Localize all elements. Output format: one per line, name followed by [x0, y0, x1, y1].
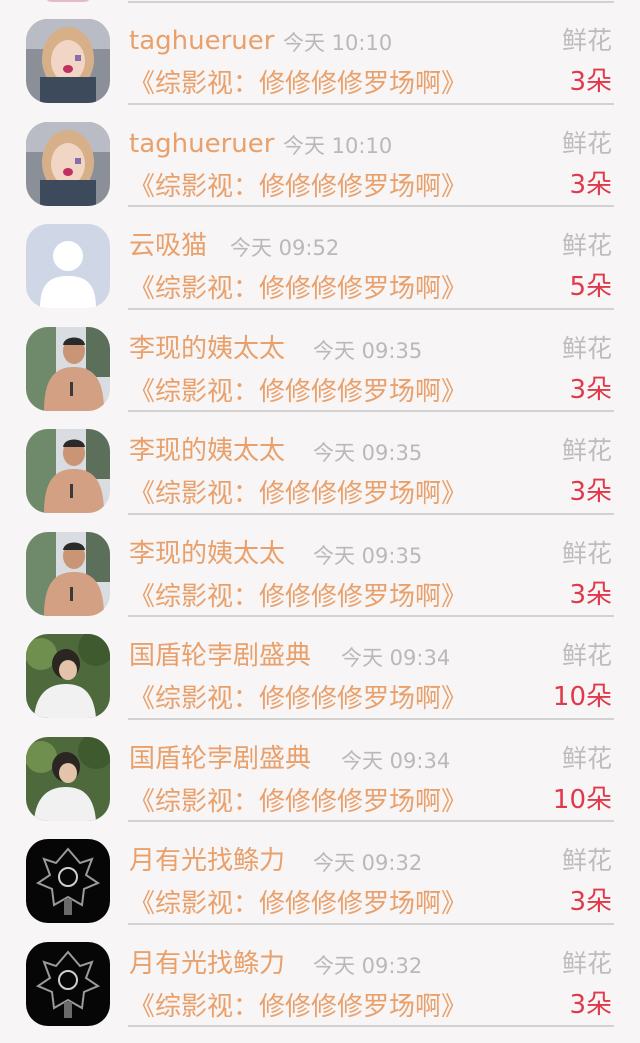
gift-type-label: 鲜花 [561, 641, 612, 670]
gift-count: 3朵 [569, 67, 612, 97]
gift-type-label: 鲜花 [561, 743, 612, 773]
send-time: 今天 09:35 [313, 441, 423, 465]
gift-count: 3朵 [569, 169, 612, 200]
gift-type-label: 鲜花 [561, 333, 612, 363]
work-title-link[interactable]: 《综影视：修修修修罗场啊》 [129, 579, 467, 615]
gift-type-label: 鲜花 [561, 538, 612, 568]
gift-record-row[interactable]: 李现的姨太太 今天 09:35 鲜花 《综影视：修修修修罗场啊》 3朵 [0, 310, 640, 412]
gift-record-row[interactable]: 月有光找鲦力 今天 09:32 鲜花 《综影视：修修修修罗场啊》 3朵 [0, 925, 640, 1027]
boy-avatar-icon[interactable] [26, 736, 110, 821]
dark-emblem-avatar-icon[interactable] [26, 839, 110, 923]
work-title-link[interactable]: 《综影视：修修修修罗场啊》 [129, 989, 467, 1025]
send-time: 今天 09:34 [341, 646, 451, 670]
work-title-link[interactable]: 《综影视：修修修修罗场啊》 [129, 271, 467, 307]
sender-name[interactable]: 云吸猫 [129, 229, 207, 263]
gift-type-label: 鲜花 [561, 436, 612, 465]
man-avatar-icon[interactable] [26, 429, 110, 513]
gift-count: 3朵 [569, 374, 612, 405]
sender-name[interactable]: 国盾轮孛剧盛典 [129, 742, 311, 776]
boy-avatar-icon[interactable] [26, 634, 110, 718]
sender-name[interactable]: 国盾轮孛剧盛典 [129, 639, 311, 673]
send-time: 今天 09:34 [341, 748, 451, 773]
work-title-link[interactable]: 《综影视：修修修修罗场啊》 [129, 886, 467, 922]
send-time: 今天 09:32 [313, 953, 423, 978]
send-time: 今天 09:35 [313, 543, 423, 568]
sender-name[interactable]: 李现的姨太太 [129, 332, 285, 366]
girl-avatar-icon[interactable] [26, 19, 110, 103]
gift-record-row[interactable]: 国盾轮孛剧盛典 今天 09:34 鲜花 《综影视：修修修修罗场啊》 10朵 [0, 617, 640, 720]
gift-record-row[interactable]: 李现的姨太太 今天 09:35 鲜花 《综影视：修修修修罗场啊》 3朵 [0, 515, 640, 617]
work-title-link[interactable]: 《综影视：修修修修罗场啊》 [129, 476, 467, 512]
send-time: 今天 10:10 [283, 31, 393, 55]
work-title-link[interactable]: 《综影视：修修修修罗场啊》 [129, 784, 467, 820]
gift-type-label: 鲜花 [561, 128, 612, 158]
gift-count: 10朵 [552, 784, 612, 815]
send-time: 今天 09:35 [313, 338, 423, 363]
gift-record-row[interactable]: taghueruer 今天 10:10 鲜花 《综影视：修修修修罗场啊》 3朵 [0, 2, 640, 105]
gift-count: 5朵 [569, 272, 612, 302]
send-time: 今天 09:52 [230, 236, 340, 260]
sender-name[interactable]: 李现的姨太太 [129, 434, 285, 468]
send-time: 今天 09:32 [313, 851, 423, 875]
gift-record-row[interactable]: taghueruer 今天 10:10 鲜花 《综影视：修修修修罗场啊》 3朵 [0, 105, 640, 207]
gift-count: 3朵 [569, 579, 612, 610]
gift-count: 3朵 [569, 477, 612, 507]
work-title-link[interactable]: 《综影视：修修修修罗场啊》 [129, 374, 467, 410]
gift-type-label: 鲜花 [561, 846, 612, 875]
gift-record-list: taghueruer 今天 10:10 鲜花 《综影视：修修修修罗场啊》 3朵 … [0, 0, 640, 1043]
gift-count: 10朵 [552, 682, 612, 712]
gift-record-row[interactable]: 云吸猫 今天 09:52 鲜花 《综影视：修修修修罗场啊》 5朵 [0, 207, 640, 310]
work-title-link[interactable]: 《综影视：修修修修罗场啊》 [129, 66, 467, 102]
gift-count: 3朵 [569, 887, 612, 917]
sender-name[interactable]: taghueruer [129, 24, 274, 58]
default-avatar-icon[interactable] [26, 224, 110, 308]
gift-count: 3朵 [569, 989, 612, 1020]
gift-record-row[interactable]: 国盾轮孛剧盛典 今天 09:34 鲜花 《综影视：修修修修罗场啊》 10朵 [0, 720, 640, 822]
sender-name[interactable]: taghueruer [129, 127, 274, 161]
gift-record-row[interactable]: 李现的姨太太 今天 09:35 鲜花 《综影视：修修修修罗场啊》 3朵 [0, 412, 640, 515]
row-divider [128, 1025, 614, 1027]
sender-name[interactable]: 月有光找鲦力 [129, 844, 285, 878]
man-avatar-icon[interactable] [26, 531, 110, 616]
work-title-link[interactable]: 《综影视：修修修修罗场啊》 [129, 681, 467, 717]
dark-emblem-avatar-icon[interactable] [26, 941, 110, 1026]
man-avatar-icon[interactable] [26, 326, 110, 411]
gift-type-label: 鲜花 [561, 231, 612, 260]
sender-name[interactable]: 李现的姨太太 [129, 537, 285, 571]
gift-type-label: 鲜花 [561, 26, 612, 55]
gift-record-row[interactable]: 月有光找鲦力 今天 09:32 鲜花 《综影视：修修修修罗场啊》 3朵 [0, 822, 640, 925]
girl-avatar-icon[interactable] [26, 121, 110, 206]
work-title-link[interactable]: 《综影视：修修修修罗场啊》 [129, 169, 467, 205]
gift-type-label: 鲜花 [561, 948, 612, 978]
sender-name[interactable]: 月有光找鲦力 [129, 947, 285, 981]
send-time: 今天 10:10 [283, 133, 393, 158]
